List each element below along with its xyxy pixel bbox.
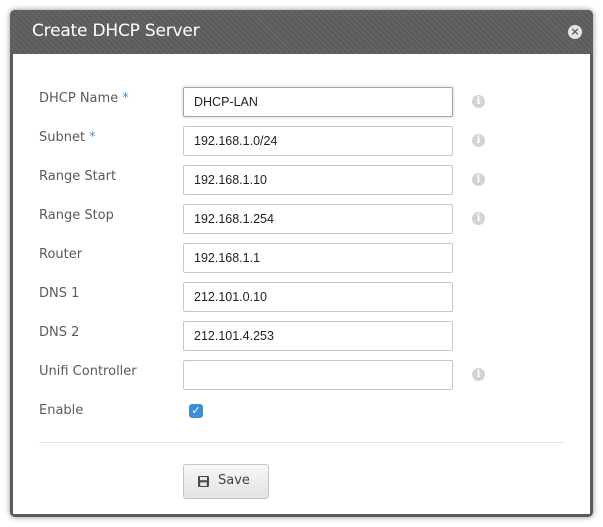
- dialog-body: DHCP Name* i Subnet* i Range Start i Ran…: [13, 54, 590, 514]
- field-row-dns-1: DNS 1: [13, 282, 590, 316]
- dns-2-input[interactable]: [183, 321, 453, 351]
- field-row-dhcp-name: DHCP Name* i: [13, 87, 590, 121]
- range-start-input[interactable]: [183, 165, 453, 195]
- info-icon[interactable]: i: [472, 212, 485, 225]
- create-dhcp-server-dialog: Create DHCP Server × DHCP Name* i Subnet…: [10, 10, 593, 517]
- save-button[interactable]: Save: [183, 464, 269, 499]
- dialog-title: Create DHCP Server: [32, 21, 200, 41]
- router-label: Router: [39, 247, 83, 262]
- subnet-label: Subnet *: [39, 130, 96, 145]
- close-icon[interactable]: ×: [568, 25, 582, 39]
- dhcp-name-label: DHCP Name *: [39, 91, 129, 106]
- field-row-range-start: Range Start i: [13, 165, 590, 199]
- dns-2-label: DNS 2: [39, 325, 80, 340]
- save-button-label: Save: [218, 473, 250, 488]
- required-star: *: [122, 91, 129, 106]
- info-icon[interactable]: i: [472, 173, 485, 186]
- floppy-disk-icon: [198, 476, 209, 487]
- unifi-controller-input[interactable]: [183, 360, 453, 390]
- field-row-subnet: Subnet* i: [13, 126, 590, 160]
- subnet-input[interactable]: [183, 126, 453, 156]
- field-row-unifi-controller: Unifi Controller i: [13, 360, 590, 394]
- field-row-router: Router: [13, 243, 590, 277]
- info-icon[interactable]: i: [472, 368, 485, 381]
- dhcp-name-input[interactable]: [183, 87, 453, 117]
- range-stop-label: Range Stop: [39, 208, 114, 223]
- range-stop-input[interactable]: [183, 204, 453, 234]
- range-start-label: Range Start: [39, 169, 117, 184]
- required-star: *: [89, 130, 96, 145]
- form-divider: [39, 442, 565, 443]
- field-row-dns-2: DNS 2: [13, 321, 590, 355]
- info-icon[interactable]: i: [472, 134, 485, 147]
- field-row-range-stop: Range Stop i: [13, 204, 590, 238]
- enable-label: Enable: [39, 403, 84, 418]
- unifi-controller-label: Unifi Controller: [39, 364, 137, 379]
- router-input[interactable]: [183, 243, 453, 273]
- dns-1-input[interactable]: [183, 282, 453, 312]
- dialog-titlebar: Create DHCP Server ×: [10, 10, 593, 54]
- dns-1-label: DNS 1: [39, 286, 80, 301]
- enable-checkbox[interactable]: ✓: [189, 404, 203, 418]
- info-icon[interactable]: i: [472, 95, 485, 108]
- field-row-enable: Enable ✓: [13, 399, 590, 433]
